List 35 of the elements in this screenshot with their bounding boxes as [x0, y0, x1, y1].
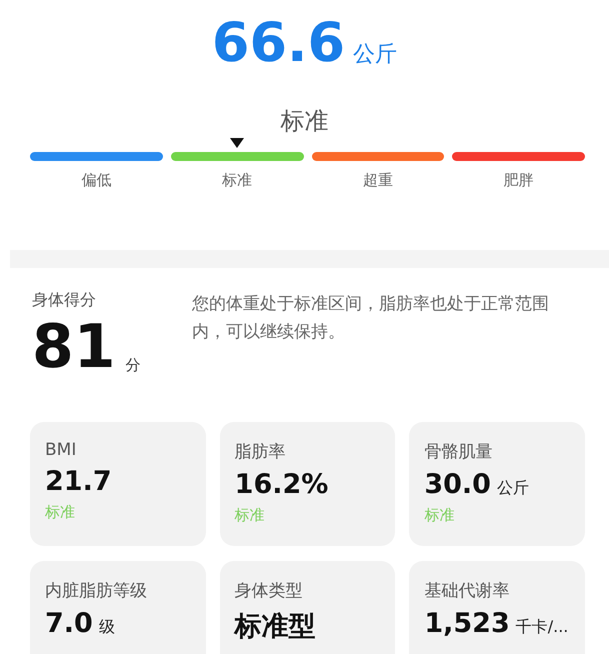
metric-status: 标准 [424, 506, 456, 525]
metric-label: 基础代谢率 [424, 580, 510, 602]
range-label: 肥胖 [504, 171, 534, 190]
metric-label: 内脏脂肪等级 [45, 580, 148, 602]
metric-status: 标准 [45, 503, 76, 522]
score-description: 您的体重处于标准区间，脂肪率也处于正常范围内，可以继续保持。 [192, 293, 550, 344]
metric-unit: 千卡/... [516, 617, 568, 638]
metric-value: 1,523 [424, 608, 510, 639]
metric-label: BMI [45, 440, 78, 460]
weight-status: 标准 [280, 106, 330, 136]
score-label: 身体得分 [32, 290, 97, 311]
range-label: 偏低 [81, 171, 112, 190]
metric-unit: 公斤 [496, 478, 529, 499]
metric-value: 21.7 [45, 466, 112, 497]
metric-card[interactable]: 脂肪率 16.2% 标准 [220, 422, 396, 546]
metric-card[interactable]: 内脏脂肪等级 7.0 级 [30, 561, 206, 654]
weight-unit: 公斤 [353, 41, 398, 69]
metric-label: 脂肪率 [234, 441, 287, 463]
range-label: 标准 [222, 171, 252, 190]
range-label: 超重 [362, 171, 393, 190]
metric-card[interactable]: 身体类型 标准型 [220, 561, 396, 654]
weight-value: 66.6 [212, 10, 346, 76]
metric-unit: 级 [98, 617, 115, 638]
metric-card[interactable]: 基础代谢率 1,523 千卡/... [409, 561, 585, 654]
metric-label: 骨骼肌量 [424, 441, 494, 463]
metric-value: 7.0 [45, 608, 93, 639]
metric-value: 16.2% [234, 469, 328, 500]
metric-card[interactable]: 骨骼肌量 30.0 公斤 标准 [409, 422, 585, 546]
metric-status: 标准 [234, 506, 266, 525]
metric-value: 标准型 [234, 610, 316, 644]
metric-value: 30.0 [424, 469, 491, 500]
metric-label: 身体类型 [234, 580, 304, 602]
score-unit: 分 [126, 356, 140, 375]
score-value: 81 [32, 311, 116, 383]
metric-card[interactable]: BMI 21.7 标准 [30, 422, 206, 546]
